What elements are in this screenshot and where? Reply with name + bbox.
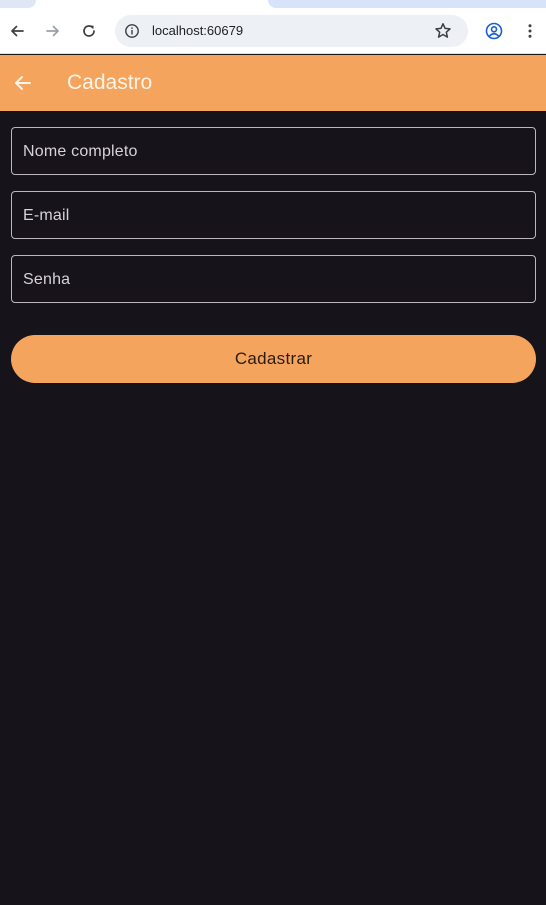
full-name-label: Nome completo [23, 143, 138, 160]
arrow-left-icon [11, 25, 24, 37]
full-name-field[interactable]: Nome completo [11, 127, 536, 175]
info-icon[interactable] [124, 23, 140, 39]
browser-tab-strip [0, 0, 546, 8]
address-bar-url[interactable]: localhost:60679 [152, 23, 243, 39]
email-label: E-mail [23, 207, 70, 224]
profile-icon [485, 22, 503, 40]
browser-back-button[interactable] [3, 17, 31, 45]
browser-forward-button[interactable] [39, 17, 67, 45]
page-title: Cadastro [67, 71, 153, 94]
kebab-menu-icon [528, 24, 532, 38]
star-icon[interactable] [433, 21, 453, 41]
browser-new-tab-area[interactable] [268, 0, 546, 8]
browser-tab[interactable] [0, 0, 36, 8]
reload-icon [83, 25, 95, 37]
arrow-left-icon[interactable] [11, 71, 35, 95]
app-bar: Cadastro [0, 55, 546, 111]
email-field[interactable]: E-mail [11, 191, 536, 239]
password-field[interactable]: Senha [11, 255, 536, 303]
password-label: Senha [23, 271, 71, 288]
browser-menu-button[interactable] [516, 17, 544, 45]
browser-toolbar: localhost:60679 [0, 8, 546, 54]
address-bar[interactable]: localhost:60679 [115, 15, 468, 47]
browser-reload-button[interactable] [75, 17, 103, 45]
browser-profile-button[interactable] [480, 17, 508, 45]
register-button[interactable]: Cadastrar [11, 335, 536, 383]
arrow-right-icon [46, 25, 59, 37]
register-button-label: Cadastrar [234, 349, 313, 368]
